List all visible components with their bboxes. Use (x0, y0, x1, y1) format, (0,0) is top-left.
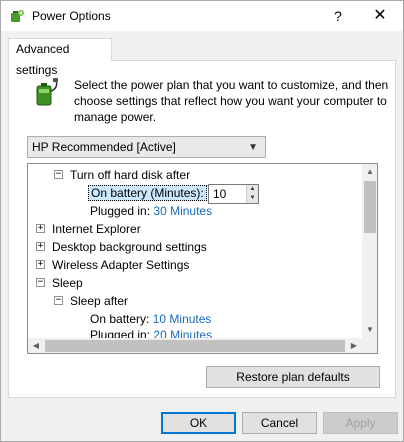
tree-item-label: Sleep after (70, 294, 129, 308)
scrollbar-corner (362, 338, 377, 353)
power-options-app-icon (11, 10, 24, 22)
vertical-scroll-thumb[interactable] (364, 181, 376, 233)
close-button[interactable]: ✕ (365, 4, 395, 28)
tree-item-label: Desktop background settings (52, 240, 207, 254)
cancel-button[interactable]: Cancel (242, 412, 317, 434)
hard-disk-battery-minutes-stepper[interactable]: ▲ ▼ (208, 184, 259, 204)
tree-item-label: Turn off hard disk after (70, 168, 191, 182)
power-plan-select[interactable]: HP Recommended [Active] ▼ (27, 136, 266, 158)
tree-item-label: Plugged in: (90, 204, 151, 218)
settings-tree[interactable]: − Turn off hard disk after On battery (M… (27, 163, 378, 354)
collapse-icon[interactable]: − (54, 296, 63, 305)
title-bar: Power Options ? ✕ (1, 1, 403, 31)
scroll-up-icon[interactable]: ▲ (362, 164, 377, 180)
expand-icon[interactable]: + (36, 242, 45, 251)
collapse-icon[interactable]: − (36, 278, 45, 287)
power-plan-select-value: HP Recommended [Active] (32, 140, 176, 154)
tree-item-label: Sleep (52, 276, 83, 290)
tree-item-label: Internet Explorer (52, 222, 141, 236)
collapse-icon[interactable]: − (54, 170, 63, 179)
scroll-left-icon[interactable]: ◀ (28, 338, 44, 353)
sleep-on-battery-value-link[interactable]: 10 Minutes (153, 312, 212, 326)
tree-item-hard-disk-plugged-in[interactable]: Plugged in: 30 Minutes (90, 202, 212, 220)
spin-up-icon[interactable]: ▲ (246, 185, 258, 194)
vertical-scrollbar[interactable]: ▲ ▼ (362, 164, 377, 338)
hard-disk-plugged-in-value-link[interactable]: 30 Minutes (153, 204, 212, 218)
plan-description: Select the power plan that you want to c… (74, 78, 389, 124)
tree-item-label: On battery: (90, 312, 150, 326)
tree-item-label: Wireless Adapter Settings (52, 258, 190, 272)
spin-down-icon[interactable]: ▼ (246, 194, 258, 203)
minutes-input[interactable] (211, 186, 245, 202)
tree-item-hard-disk-on-battery[interactable]: On battery (Minutes): (88, 184, 207, 202)
window-title: Power Options (32, 9, 111, 23)
horizontal-scrollbar[interactable]: ◀ ▶ (28, 338, 362, 353)
scroll-right-icon[interactable]: ▶ (346, 338, 362, 353)
restore-plan-defaults-button[interactable]: Restore plan defaults (206, 366, 380, 388)
advanced-settings-panel: Select the power plan that you want to c… (8, 60, 396, 398)
help-button[interactable]: ? (323, 4, 353, 28)
scroll-down-icon[interactable]: ▼ (362, 322, 377, 338)
battery-plan-icon (36, 78, 58, 106)
expand-icon[interactable]: + (36, 260, 45, 269)
tab-advanced-settings[interactable]: Advanced settings (8, 38, 112, 77)
ok-button[interactable]: OK (161, 412, 236, 434)
expand-icon[interactable]: + (36, 224, 45, 233)
tree-item-label-selected: On battery (Minutes): (88, 185, 207, 201)
power-options-window: Power Options ? ✕ Advanced settings Sele… (0, 0, 404, 442)
horizontal-scroll-thumb[interactable] (45, 340, 345, 352)
apply-button[interactable]: Apply (323, 412, 398, 434)
chevron-down-icon: ▼ (248, 142, 258, 153)
